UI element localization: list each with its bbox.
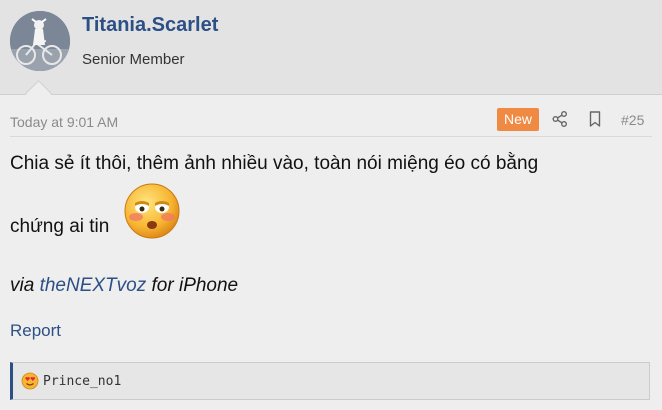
flushed-face-emoji xyxy=(122,181,182,241)
post-user-header: Titania.Scarlet Senior Member xyxy=(0,0,662,95)
username-link[interactable]: Titania.Scarlet xyxy=(82,14,218,37)
avatar[interactable] xyxy=(10,11,70,71)
share-icon[interactable] xyxy=(551,110,569,128)
heart-eyes-face-icon xyxy=(21,372,39,390)
post-date-link[interactable]: Today at 9:01 AM xyxy=(10,114,118,130)
signature: via theNEXTvoz for iPhone xyxy=(10,275,238,297)
user-title: Senior Member xyxy=(82,51,185,68)
app-link[interactable]: theNEXTvoz xyxy=(40,275,147,296)
via-prefix: via xyxy=(10,275,35,296)
reaction-user-link[interactable]: Prince_no1 xyxy=(43,374,121,389)
post-meta-bar: Today at 9:01 AM New #25 xyxy=(10,106,652,137)
report-link[interactable]: Report xyxy=(10,321,61,341)
new-badge: New xyxy=(497,108,540,131)
post-number-link[interactable]: #25 xyxy=(621,112,644,128)
reactions-bar[interactable]: Prince_no1 xyxy=(10,362,650,400)
via-suffix: for iPhone xyxy=(151,275,239,296)
post-body-line: Chia sẻ ít thôi, thêm ảnh nhiều vào, toà… xyxy=(10,153,539,174)
post-body-line: chứng ai tin xyxy=(10,216,110,237)
bookmark-icon[interactable] xyxy=(586,110,604,128)
